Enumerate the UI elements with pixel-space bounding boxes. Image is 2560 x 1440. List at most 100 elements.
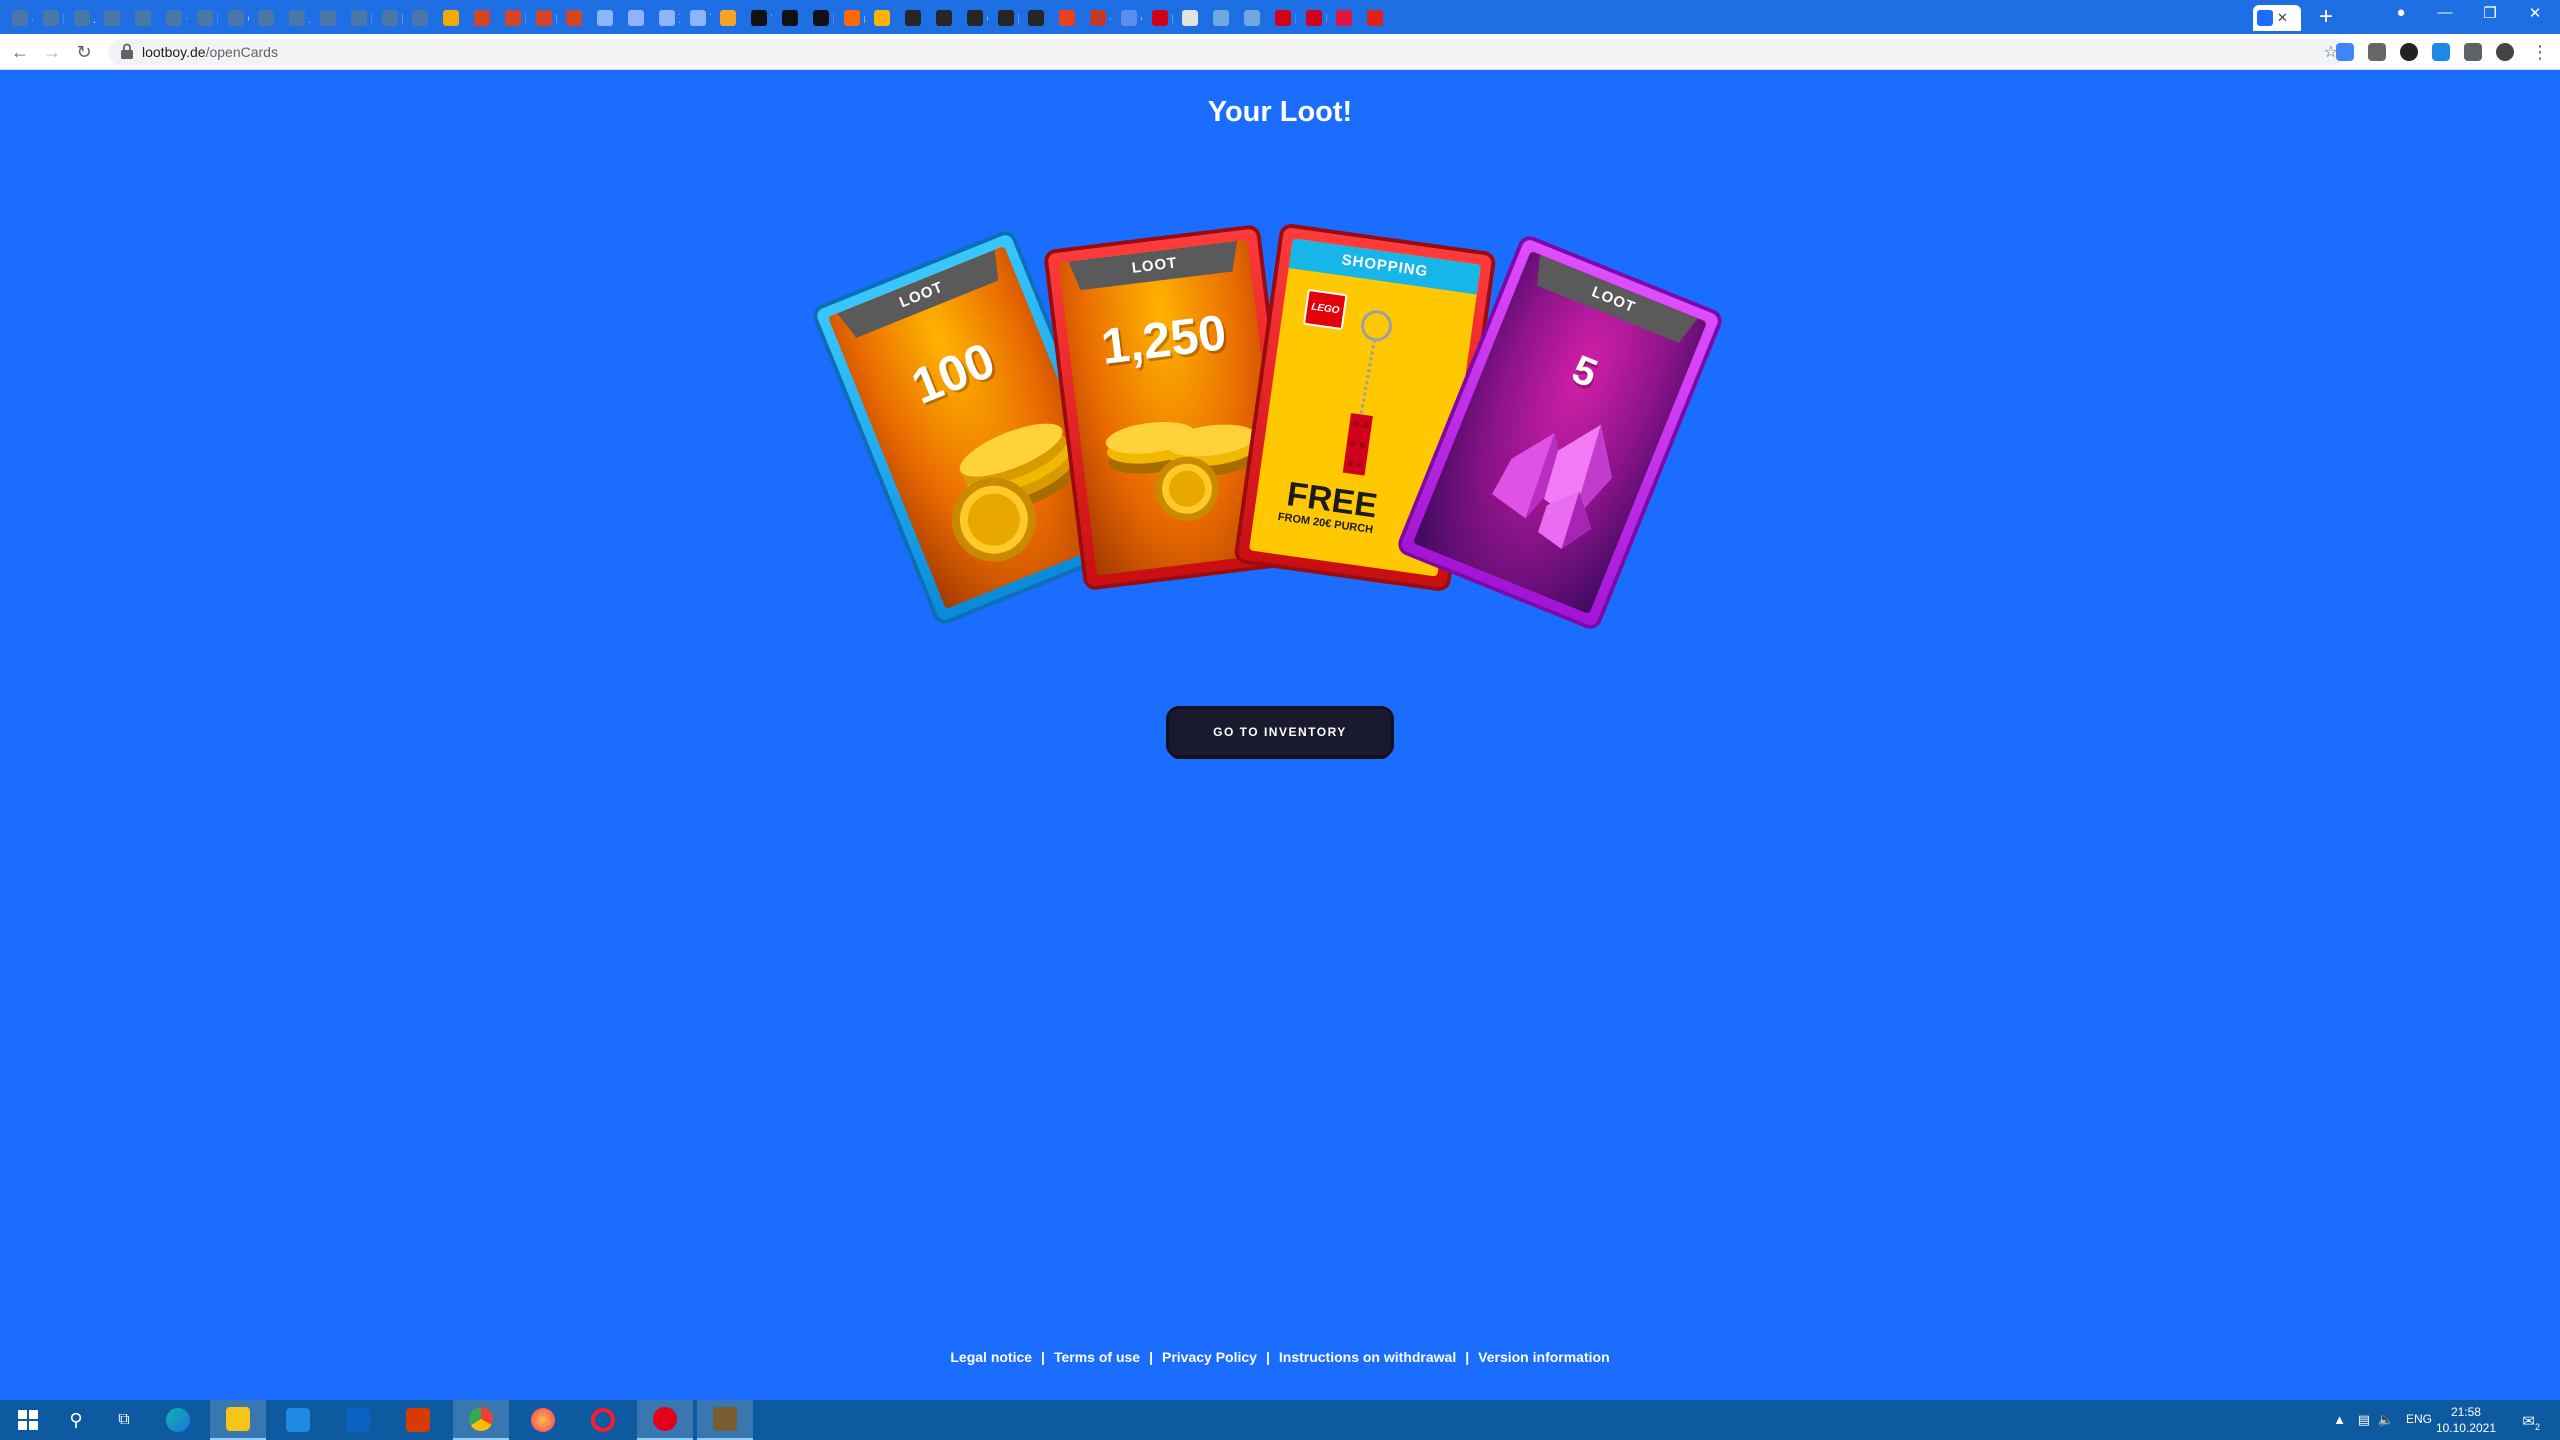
address-bar[interactable]: lootboy.de/openCards ☆ bbox=[108, 39, 2348, 65]
chat-icon bbox=[597, 10, 614, 26]
browser-tab[interactable]: Pr bbox=[316, 5, 345, 31]
notifications-icon[interactable]: ✉2 bbox=[2522, 1412, 2540, 1432]
browser-tab[interactable]: Lc bbox=[593, 5, 622, 31]
browser-tab[interactable]: D bbox=[1271, 5, 1300, 31]
browser-tab[interactable]: B bbox=[1332, 5, 1361, 31]
url-host: lootboy.de bbox=[142, 44, 206, 60]
mail-icon[interactable] bbox=[330, 1400, 386, 1440]
browser-tab[interactable]: Л bbox=[70, 5, 99, 31]
legal-notice-link[interactable]: Legal notice bbox=[950, 1349, 1032, 1365]
browser-tab[interactable]: N bbox=[131, 5, 160, 31]
new-tab-button[interactable]: + bbox=[2313, 5, 2339, 31]
browser-tab[interactable]: П bbox=[809, 5, 838, 31]
browser-tab[interactable]: K bbox=[1055, 5, 1084, 31]
browser-tab[interactable]: Fr bbox=[347, 5, 376, 31]
terms-of-use-link[interactable]: Terms of use bbox=[1054, 1349, 1140, 1365]
browser-tab[interactable]: D bbox=[1302, 5, 1331, 31]
browser-tab-label: П bbox=[1264, 11, 1265, 26]
app-icon[interactable] bbox=[637, 1400, 693, 1440]
game-icon[interactable] bbox=[697, 1400, 753, 1440]
chrome-icon[interactable] bbox=[453, 1400, 509, 1440]
browser-tab-label: (1 bbox=[32, 11, 33, 26]
vk-icon bbox=[104, 10, 121, 26]
puzzle-extensions-icon[interactable] bbox=[2464, 43, 2482, 61]
browser-tab[interactable]: Lc bbox=[994, 5, 1023, 31]
opera-icon[interactable] bbox=[575, 1400, 631, 1440]
browser-tab[interactable]: O bbox=[1086, 5, 1115, 31]
browser-tab[interactable]: D bbox=[1148, 5, 1177, 31]
office-icon[interactable] bbox=[390, 1400, 446, 1440]
browser-tab[interactable]: Bi bbox=[501, 5, 530, 31]
close-tab-icon[interactable]: ✕ bbox=[2277, 10, 2288, 26]
browser-tab-label: Bi bbox=[925, 11, 926, 26]
vk-icon bbox=[227, 10, 244, 26]
withdrawal-instructions-link[interactable]: Instructions on withdrawal bbox=[1279, 1349, 1456, 1365]
browser-tab[interactable]: D bbox=[778, 5, 807, 31]
tray-overflow-icon[interactable]: ▲ bbox=[2333, 1412, 2346, 1427]
browser-tab[interactable]: Pi bbox=[624, 5, 653, 31]
o-icon bbox=[1090, 10, 1106, 26]
browser-tab[interactable]: R bbox=[1209, 5, 1238, 31]
menu-dots-icon[interactable]: ⋮ bbox=[2528, 40, 2552, 64]
browser-tab[interactable]: Ві bbox=[39, 5, 68, 31]
vpn-extension-icon[interactable] bbox=[2400, 43, 2418, 61]
restore-icon[interactable]: ❐ bbox=[2475, 4, 2505, 22]
privacy-policy-link[interactable]: Privacy Policy bbox=[1162, 1349, 1257, 1365]
browser-tab[interactable]: 1( bbox=[439, 5, 468, 31]
browser-tab-active[interactable]: ✕ bbox=[2253, 5, 2301, 31]
go-to-inventory-button[interactable]: GO TO INVENTORY bbox=[1169, 709, 1391, 755]
browser-tab[interactable]: Ei bbox=[193, 5, 222, 31]
browser-tab[interactable]: C bbox=[1117, 5, 1146, 31]
network-icon[interactable]: ▤ bbox=[2358, 1412, 2370, 1428]
browser-tab[interactable]: Xi bbox=[655, 5, 684, 31]
back-icon[interactable]: ← bbox=[8, 40, 32, 64]
browser-tab[interactable]: Ci bbox=[963, 5, 992, 31]
browser-tab[interactable]: H bbox=[408, 5, 437, 31]
browser-tab[interactable]: G bbox=[100, 5, 129, 31]
forward-icon[interactable]: → bbox=[40, 40, 64, 64]
reader-extension-icon[interactable] bbox=[2368, 43, 2386, 61]
browser-tab[interactable]: Bi bbox=[532, 5, 561, 31]
browser-tab[interactable]: C bbox=[1363, 5, 1392, 31]
browser-tab[interactable]: П bbox=[254, 5, 283, 31]
store-icon[interactable] bbox=[270, 1400, 326, 1440]
browser-tab[interactable]: H bbox=[378, 5, 407, 31]
language-indicator[interactable]: ENG bbox=[2406, 1412, 2432, 1426]
browser-tab[interactable]: Q bbox=[870, 5, 899, 31]
volume-icon[interactable]: 🔈 bbox=[2378, 1412, 2394, 1428]
browser-tab[interactable]: D bbox=[1024, 5, 1053, 31]
browser-tab-label: Pr bbox=[340, 11, 341, 26]
browser-tab[interactable]: G bbox=[224, 5, 253, 31]
reload-icon[interactable]: ↻ bbox=[72, 40, 96, 64]
browser-tab[interactable]: ru bbox=[840, 5, 869, 31]
version-information-link[interactable]: Version information bbox=[1478, 1349, 1609, 1365]
browser-tab-label: Tj bbox=[1202, 11, 1203, 26]
task-view-icon[interactable]: ⧉ bbox=[96, 1400, 152, 1440]
translate-extension-icon[interactable] bbox=[2336, 43, 2354, 61]
browser-tab[interactable]: Bi bbox=[470, 5, 499, 31]
browser-tab[interactable]: Pr bbox=[932, 5, 961, 31]
browser-tab[interactable]: П bbox=[1240, 5, 1269, 31]
edge-icon[interactable] bbox=[150, 1400, 206, 1440]
browser-tab[interactable]: Al bbox=[285, 5, 314, 31]
browser-tab[interactable]: St bbox=[716, 5, 745, 31]
close-window-icon[interactable]: ✕ bbox=[2520, 4, 2550, 22]
p-icon bbox=[1367, 10, 1384, 26]
d-icon bbox=[782, 10, 798, 26]
browser-tab[interactable]: W bbox=[747, 5, 776, 31]
firefox-icon[interactable] bbox=[515, 1400, 571, 1440]
minimize-icon[interactable]: — bbox=[2430, 4, 2460, 21]
browser-tab[interactable]: Ci bbox=[162, 5, 191, 31]
shield-extension-icon[interactable] bbox=[2432, 43, 2450, 61]
profile-switch-icon[interactable]: ● bbox=[2386, 4, 2416, 21]
clock[interactable]: 21:58 10.10.2021 bbox=[2436, 1404, 2496, 1436]
browser-tab-label: K bbox=[1079, 11, 1080, 26]
browser-tab[interactable]: Bi bbox=[562, 5, 591, 31]
file-explorer-icon[interactable] bbox=[210, 1400, 266, 1440]
browser-tab[interactable]: Bi bbox=[901, 5, 930, 31]
profile-avatar[interactable] bbox=[2496, 43, 2514, 61]
browser-tab[interactable]: Tr bbox=[686, 5, 715, 31]
browser-tab-label: D bbox=[1326, 11, 1327, 26]
browser-tab[interactable]: (1 bbox=[8, 5, 37, 31]
browser-tab[interactable]: Tj bbox=[1178, 5, 1207, 31]
